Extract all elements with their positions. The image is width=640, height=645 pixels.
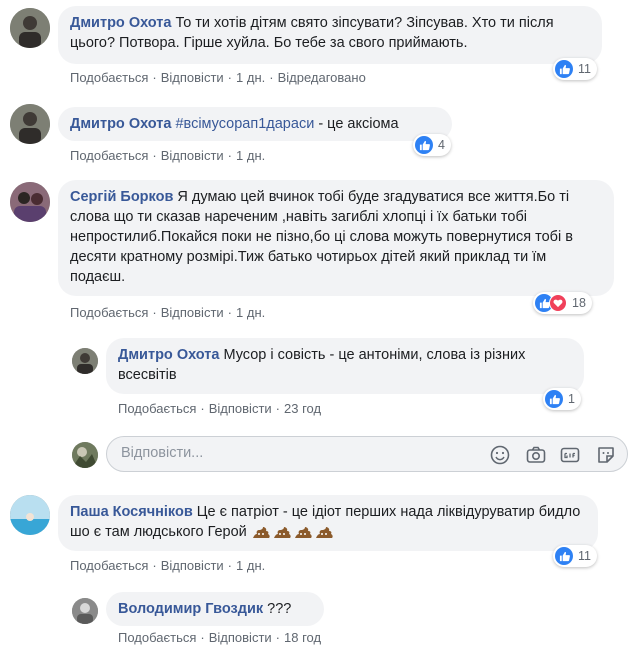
- comment-actions: Подобається · Відповісти · 18 год: [118, 630, 322, 645]
- comment-text: ???: [267, 601, 292, 617]
- comment-actions: Подобається · Відповісти · 23 год: [118, 401, 322, 416]
- sticker-icon[interactable]: [595, 444, 617, 466]
- avatar-photo-icon: [10, 495, 50, 535]
- comment-bubble: Дмитро Охота #всімусорап1дараси - це аксі…: [58, 107, 452, 141]
- edited-label[interactable]: Відредаговано: [278, 70, 366, 85]
- love-icon: [549, 294, 567, 312]
- pile-of-poo-icon: [252, 527, 333, 538]
- comment-author[interactable]: Володимир Гвоздик: [118, 601, 263, 617]
- avatar-photo-icon: [10, 104, 50, 144]
- like-link[interactable]: Подобається: [118, 401, 196, 416]
- hashtag-link[interactable]: #всімусорап1дараси: [175, 116, 314, 132]
- emoji-row: [251, 524, 335, 540]
- reaction-number: 4: [438, 138, 445, 152]
- reaction-count[interactable]: 11: [553, 545, 597, 567]
- comment-time[interactable]: 1 дн.: [236, 558, 265, 573]
- comment-actions: Подобається · Відповісти · 1 дн.: [70, 305, 266, 320]
- avatar[interactable]: [10, 8, 50, 48]
- comment-author[interactable]: Дмитро Охота: [118, 347, 219, 363]
- reply-placeholder: Відповісти...: [121, 445, 204, 461]
- like-icon: [545, 390, 563, 408]
- avatar-photo-icon: [10, 8, 50, 48]
- avatar[interactable]: [10, 495, 50, 535]
- comment-author[interactable]: Дмитро Охота: [70, 15, 171, 31]
- comment-time[interactable]: 23 год: [284, 401, 321, 416]
- comment-bubble: Дмитро Охота То ти хотів дітям свято зіпс…: [58, 6, 602, 64]
- reaction-number: 11: [578, 549, 591, 563]
- comment-actions: Подобається · Відповісти · 1 дн.: [70, 148, 266, 163]
- avatar-photo-icon: [72, 598, 98, 624]
- comment-actions: Подобається · Відповісти · 1 дн. · Відредагова…: [70, 70, 366, 85]
- current-user-avatar[interactable]: [72, 442, 98, 468]
- reaction-count[interactable]: 18: [533, 292, 592, 314]
- comment-bubble: Дмитро Охота Мусор і совість - це антонім…: [106, 338, 584, 394]
- avatar[interactable]: [10, 182, 50, 222]
- like-icon: [415, 136, 433, 154]
- comment-actions: Подобається · Відповісти · 1 дн.: [70, 558, 266, 573]
- comment-author[interactable]: Дмитро Охота: [70, 116, 171, 132]
- reaction-number: 1: [568, 392, 575, 406]
- reaction-count[interactable]: 11: [553, 58, 597, 80]
- reaction-number: 11: [578, 62, 591, 76]
- comment-text: - це аксіома: [318, 116, 399, 132]
- avatar[interactable]: [72, 348, 98, 374]
- like-link[interactable]: Подобається: [70, 148, 148, 163]
- avatar-photo-icon: [72, 442, 98, 468]
- comment-bubble: Паша Косячніков Це є патріот - це ідіот п…: [58, 495, 598, 551]
- like-link[interactable]: Подобається: [70, 558, 148, 573]
- comment-bubble: Сергій Борков Я думаю цей вчинок тобі буд…: [58, 180, 614, 296]
- comment-time[interactable]: 1 дн.: [236, 70, 265, 85]
- like-link[interactable]: Подобається: [118, 630, 196, 645]
- reply-link[interactable]: Відповісти: [161, 148, 224, 163]
- comment-author[interactable]: Сергій Борков: [70, 189, 173, 205]
- like-icon: [555, 547, 573, 565]
- reply-link[interactable]: Відповісти: [209, 401, 272, 416]
- smiley-icon[interactable]: [489, 444, 511, 466]
- comment-time[interactable]: 1 дн.: [236, 148, 265, 163]
- reaction-count[interactable]: 4: [413, 134, 451, 156]
- reaction-number: 18: [572, 296, 586, 310]
- avatar[interactable]: [10, 104, 50, 144]
- reply-link[interactable]: Відповісти: [161, 305, 224, 320]
- comment-time[interactable]: 18 год: [284, 630, 321, 645]
- camera-icon[interactable]: [525, 444, 547, 466]
- comment-time[interactable]: 1 дн.: [236, 305, 265, 320]
- reply-input[interactable]: Відповісти...: [106, 436, 628, 472]
- avatar-photo-icon: [10, 182, 50, 222]
- like-icon: [555, 60, 573, 78]
- like-link[interactable]: Подобається: [70, 70, 148, 85]
- reaction-count[interactable]: 1: [543, 388, 581, 410]
- comment-author[interactable]: Паша Косячніков: [70, 504, 193, 520]
- like-link[interactable]: Подобається: [70, 305, 148, 320]
- gif-icon[interactable]: [559, 444, 581, 466]
- reply-link[interactable]: Відповісти: [161, 70, 224, 85]
- reply-link[interactable]: Відповісти: [209, 630, 272, 645]
- avatar-photo-icon: [72, 348, 98, 374]
- comment-bubble: Володимир Гвоздик???: [106, 592, 324, 626]
- reply-link[interactable]: Відповісти: [161, 558, 224, 573]
- avatar[interactable]: [72, 598, 98, 624]
